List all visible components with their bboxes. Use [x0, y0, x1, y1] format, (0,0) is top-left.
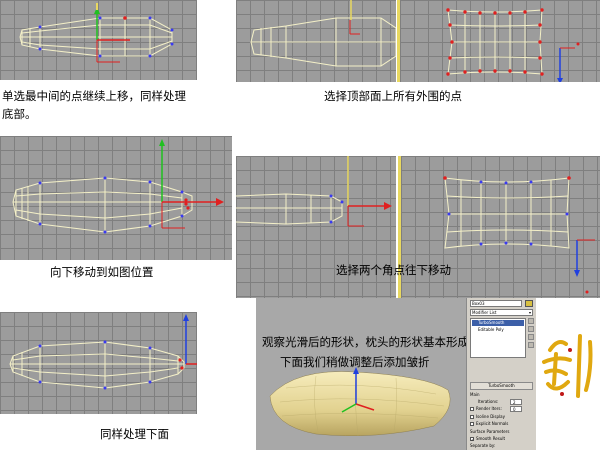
stack-tools-column [528, 318, 534, 358]
explicit-normals-checkbox[interactable] [470, 422, 474, 426]
caption-step-2: 选择顶部面上所有外围的点 [324, 89, 462, 103]
step-panel-4: 选择两个角点往下移动 [236, 156, 600, 298]
viewport-left-2[interactable] [236, 0, 396, 82]
wireframe-3 [12, 139, 224, 234]
caption-step-1: 单选最中间的点继续上移，同样处理 [2, 89, 186, 103]
step-panel-3: 向下移动到如图位置 [0, 136, 232, 282]
viewport-front-1[interactable] [0, 0, 197, 80]
stack-item-turbosmooth[interactable]: TurboSmooth [472, 320, 524, 326]
viewport-top-2[interactable] [400, 0, 600, 82]
caption-step-3: 向下移动到如图位置 [50, 265, 154, 279]
smooth-result-checkbox[interactable]: ✓ [470, 437, 474, 442]
iterations-row: Iterations: 2 [470, 399, 533, 405]
viewport-front-3[interactable] [0, 136, 232, 260]
step-panel-6: 观察光滑后的形状，枕头的形状基本形成 下面我们稍做调整后添加皱折 Box03 M… [256, 298, 600, 450]
modifier-list-label: Modifier List [472, 310, 497, 315]
step-panel-5: 同样处理下面 [0, 312, 197, 450]
object-name-value: Box03 [472, 301, 485, 306]
chevron-down-icon: ▾ [528, 310, 531, 315]
isoline-checkbox[interactable] [470, 415, 474, 419]
explicit-normals-label: Explicit Normals [476, 421, 509, 426]
pin-stack-icon[interactable] [528, 318, 534, 324]
viewport-perspective-6[interactable]: 观察光滑后的形状，枕头的形状基本形成 下面我们稍做调整后添加皱折 [256, 298, 466, 450]
step-panel-2: 选择顶部面上所有外围的点 [236, 0, 600, 120]
step-panel-1: 单选最中间的点继续上移，同样处理 底部。 [0, 0, 197, 126]
remove-modifier-icon[interactable] [528, 342, 534, 348]
explicit-normals-row: Explicit Normals [470, 421, 533, 427]
isoline-row: Isoline Display [470, 414, 533, 420]
main-group-label: Main [470, 392, 480, 397]
modifier-list-dropdown[interactable]: Modifier List ▾ [470, 309, 533, 316]
caption-step-5: 同样处理下面 [100, 427, 169, 441]
render-iters-value: 0 [513, 407, 516, 412]
show-end-result-icon[interactable] [528, 326, 534, 332]
rollout-turbosmooth[interactable]: TurboSmooth [470, 382, 533, 390]
sword-calligraphy-logo [542, 334, 593, 398]
render-iters-row: Render Iters: 0 [470, 406, 533, 412]
iterations-spinner[interactable]: 2 [510, 399, 522, 405]
caption-step-1-line2: 底部。 [2, 107, 37, 121]
surface-params-label: Surface Parameters [470, 429, 510, 434]
iterations-label: Iterations: [478, 399, 499, 404]
isoline-label: Isoline Display [476, 414, 505, 419]
object-color-swatch[interactable] [525, 300, 533, 307]
render-iters-label: Render Iters: [476, 406, 502, 411]
logo-area [536, 298, 600, 450]
wireframe-2a [250, 0, 396, 67]
make-unique-icon[interactable] [528, 334, 534, 340]
stack-item-editable-poly[interactable]: Editable Poly [472, 327, 524, 333]
modifier-stack: TurboSmooth Editable Poly [470, 318, 526, 358]
pillow-render [269, 367, 451, 437]
wireframe-2b [446, 8, 580, 82]
wireframe-1 [19, 3, 174, 63]
separate-by-label: Separate by: [470, 443, 496, 448]
smooth-result-row: ✓ Smooth Result [470, 436, 533, 442]
caption-step-4: 选择两个角点往下移动 [336, 263, 451, 277]
viewport-front-5[interactable] [0, 312, 197, 414]
caption-step-6-line1: 观察光滑后的形状，枕头的形状基本形成 [262, 335, 466, 349]
render-iters-checkbox[interactable] [470, 407, 474, 411]
object-name-field[interactable]: Box03 [470, 300, 522, 307]
render-iters-spinner[interactable]: 0 [510, 406, 522, 412]
wireframe-5 [9, 314, 197, 390]
smooth-result-label: Smooth Result [476, 436, 506, 441]
modify-command-panel: Box03 Modifier List ▾ TurboSmooth Editab… [466, 298, 536, 450]
caption-step-6-line2: 下面我们稍做调整后添加皱折 [280, 355, 430, 369]
iterations-value: 2 [513, 400, 516, 405]
